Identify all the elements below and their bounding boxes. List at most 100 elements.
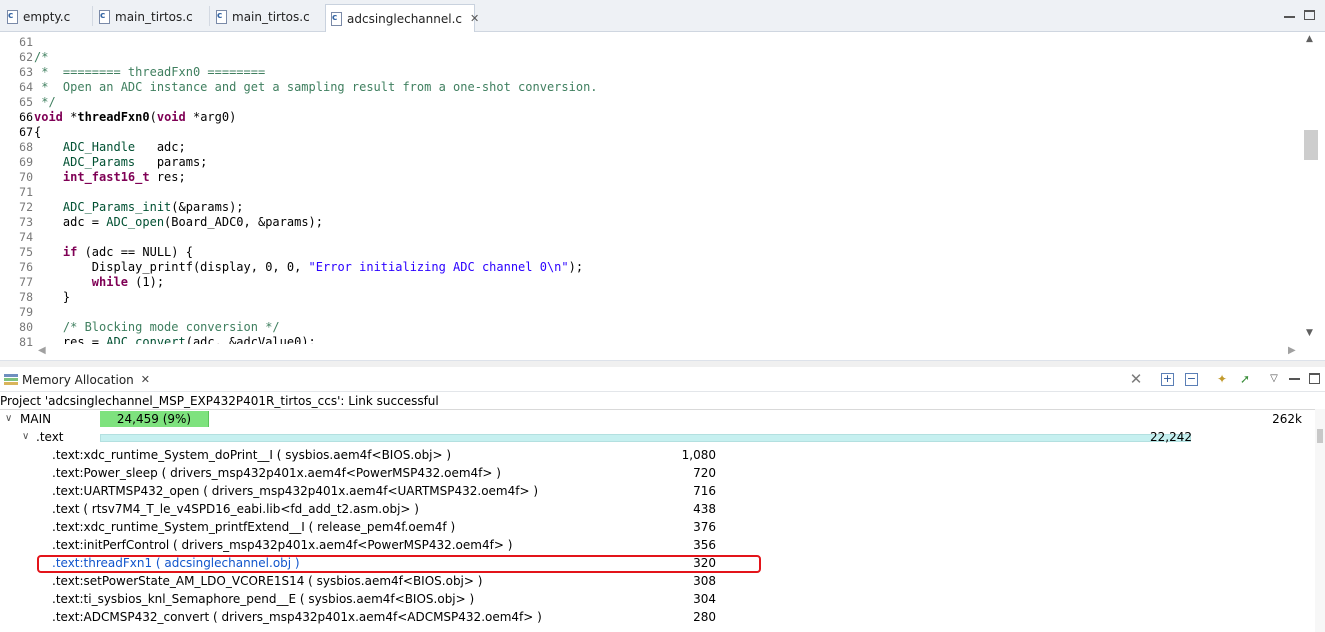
- collapse-arrow-icon[interactable]: ∨: [5, 410, 12, 428]
- allocation-size: 308: [693, 574, 716, 588]
- tab-main-tirtos-c[interactable]: c main_tirtos.c: [94, 4, 209, 30]
- tab-label: main_tirtos.c: [232, 10, 310, 24]
- minimize-icon[interactable]: [1289, 372, 1300, 380]
- table-row[interactable]: .text:ti_sysbios_knl_Semaphore_pend__E (…: [0, 590, 1315, 608]
- allocation-size: 356: [693, 538, 716, 552]
- memory-total-text: 262k: [1272, 412, 1302, 426]
- code-line[interactable]: * ======== threadFxn0 ========: [34, 65, 265, 80]
- scrollbar-thumb[interactable]: [1304, 130, 1318, 160]
- highlight-annotation: [37, 555, 761, 573]
- tree-row-text-section[interactable]: ∨ .text 22,242: [0, 428, 1315, 446]
- open-icon[interactable]: ➚: [1238, 372, 1252, 386]
- allocation-label: .text:setPowerState_AM_LDO_VCORE1S14 ( s…: [52, 574, 483, 588]
- view-sash[interactable]: [0, 360, 1325, 367]
- line-number: 65: [19, 95, 33, 109]
- scroll-right-icon[interactable]: ▶: [1288, 345, 1296, 356]
- view-title: Memory Allocation: [22, 372, 134, 387]
- line-number: 70: [19, 170, 33, 184]
- maximize-icon[interactable]: [1304, 10, 1315, 20]
- code-line[interactable]: ADC_Handle adc;: [34, 140, 186, 155]
- code-line[interactable]: while (1);: [34, 275, 164, 290]
- editor-vertical-scrollbar[interactable]: ▲ ▼: [1302, 32, 1320, 344]
- line-number: 74: [19, 230, 33, 244]
- line-number: 75: [19, 245, 33, 259]
- close-icon[interactable]: ✕: [470, 12, 479, 25]
- tab-label: adcsinglechannel.c: [347, 11, 462, 26]
- tab-memory-allocation[interactable]: Memory Allocation ✕: [0, 367, 150, 392]
- section-usage-bar: [100, 434, 1191, 442]
- scroll-left-icon[interactable]: ◀: [38, 345, 46, 356]
- editor-horizontal-scrollbar[interactable]: ◀ ▶: [34, 344, 1302, 360]
- maximize-icon[interactable]: [1309, 373, 1320, 384]
- section-size-text: 22,242: [1150, 430, 1192, 444]
- line-number: 61: [19, 35, 33, 49]
- allocation-size: 716: [693, 484, 716, 498]
- allocation-size: 304: [693, 592, 716, 606]
- code-line[interactable]: void *threadFxn0(void *arg0): [34, 110, 236, 125]
- tab-label: empty.c: [23, 10, 71, 24]
- c-file-icon: c: [330, 11, 342, 26]
- code-line[interactable]: /*: [34, 50, 48, 65]
- code-line[interactable]: */: [34, 95, 55, 110]
- table-row[interactable]: .text ( rtsv7M4_T_le_v4SPD16_eabi.lib<fd…: [0, 500, 1315, 518]
- view-title-bar: Memory Allocation ✕ ✕ + − ✦ ➚ ▽: [0, 367, 1325, 392]
- tab-main-tirtos-c-2[interactable]: c main_tirtos.c: [211, 4, 324, 30]
- new-icon[interactable]: ✦: [1215, 372, 1229, 386]
- memory-used-text: 24,459 (9%): [116, 412, 192, 426]
- table-row[interactable]: .text:ADCMSP432_convert ( drivers_msp432…: [0, 608, 1315, 626]
- line-number: 79: [19, 305, 33, 319]
- table-row[interactable]: .text:Power_sleep ( drivers_msp432p401x.…: [0, 464, 1315, 482]
- code-line[interactable]: ADC_Params_init(&params);: [34, 200, 244, 215]
- code-line[interactable]: if (adc == NULL) {: [34, 245, 193, 260]
- tree-row-main[interactable]: ∨ MAIN 24,459 (9%) 262k: [0, 410, 1315, 428]
- minimize-icon[interactable]: [1284, 10, 1295, 18]
- allocation-label: .text:Power_sleep ( drivers_msp432p401x.…: [52, 466, 501, 480]
- table-row[interactable]: .text:setPowerState_AM_LDO_VCORE1S14 ( s…: [0, 572, 1315, 590]
- code-line[interactable]: }: [34, 290, 70, 305]
- table-row[interactable]: .text:UARTMSP432_open ( drivers_msp432p4…: [0, 482, 1315, 500]
- remove-icon[interactable]: ✕: [1129, 372, 1143, 387]
- line-number-gutter: 61 62 63 64 65 66 67 68 69 70 71 72 73 74 75 76 77 78 79 80…: [0, 32, 33, 349]
- view-menu-icon[interactable]: ▽: [1267, 372, 1281, 386]
- code-editor[interactable]: 61 62 63 64 65 66 67 68 69 70 71 72 73 74 75 76 77 78 79 80…: [0, 32, 1325, 360]
- tree-vertical-scrollbar[interactable]: [1315, 409, 1325, 632]
- code-line[interactable]: res = ADC_convert(adc, &adcValue0);: [34, 335, 316, 344]
- table-row[interactable]: .text:xdc_runtime_System_doPrint__I ( sy…: [0, 446, 1315, 464]
- line-number: 69: [19, 155, 33, 169]
- memory-allocation-tree[interactable]: ∨ MAIN 24,459 (9%) 262k ∨ .text 22,242 .…: [0, 409, 1315, 632]
- table-row[interactable]: .text:initPerfControl ( drivers_msp432p4…: [0, 536, 1315, 554]
- line-number: 71: [19, 185, 33, 199]
- scroll-up-icon[interactable]: ▲: [1306, 34, 1313, 44]
- tab-empty-c[interactable]: c empty.c: [2, 4, 92, 30]
- c-file-icon: c: [215, 10, 227, 24]
- allocation-label: .text:initPerfControl ( drivers_msp432p4…: [52, 538, 513, 552]
- allocation-label: .text:xdc_runtime_System_doPrint__I ( sy…: [52, 448, 452, 462]
- line-number: 78: [19, 290, 33, 304]
- expand-all-icon[interactable]: +: [1161, 373, 1174, 386]
- allocation-size: 1,080: [681, 448, 716, 462]
- scroll-down-icon[interactable]: ▼: [1306, 328, 1313, 338]
- code-line[interactable]: ADC_Params params;: [34, 155, 208, 170]
- allocation-label: .text ( rtsv7M4_T_le_v4SPD16_eabi.lib<fd…: [52, 502, 419, 516]
- code-line[interactable]: {: [34, 125, 41, 140]
- code-line[interactable]: Display_printf(display, 0, 0, "Error ini…: [34, 260, 583, 275]
- allocation-label: .text:UARTMSP432_open ( drivers_msp432p4…: [52, 484, 539, 498]
- code-line[interactable]: /* Blocking mode conversion */: [34, 320, 280, 335]
- code-line[interactable]: int_fast16_t res;: [34, 170, 186, 185]
- section-label: .text: [36, 430, 64, 444]
- table-row[interactable]: .text:xdc_runtime_System_printfExtend__I…: [0, 518, 1315, 536]
- allocation-size: 720: [693, 466, 716, 480]
- code-text-area[interactable]: /* * ======== threadFxn0 ======== * Open…: [34, 32, 1302, 344]
- code-line[interactable]: adc = ADC_open(Board_ADC0, &params);: [34, 215, 323, 230]
- line-number: 68: [19, 140, 33, 154]
- scrollbar-thumb[interactable]: [1317, 429, 1323, 443]
- close-icon[interactable]: ✕: [141, 373, 150, 386]
- collapse-all-icon[interactable]: −: [1185, 373, 1198, 386]
- code-line[interactable]: * Open an ADC instance and get a samplin…: [34, 80, 597, 95]
- tab-adcsinglechannel-c[interactable]: c adcsinglechannel.c ✕: [325, 4, 479, 32]
- allocation-label: .text:xdc_runtime_System_printfExtend__I…: [52, 520, 456, 534]
- line-number: 62: [19, 50, 33, 64]
- memory-allocation-icon: [4, 373, 18, 386]
- collapse-arrow-icon[interactable]: ∨: [22, 428, 29, 446]
- line-number: 64: [19, 80, 33, 94]
